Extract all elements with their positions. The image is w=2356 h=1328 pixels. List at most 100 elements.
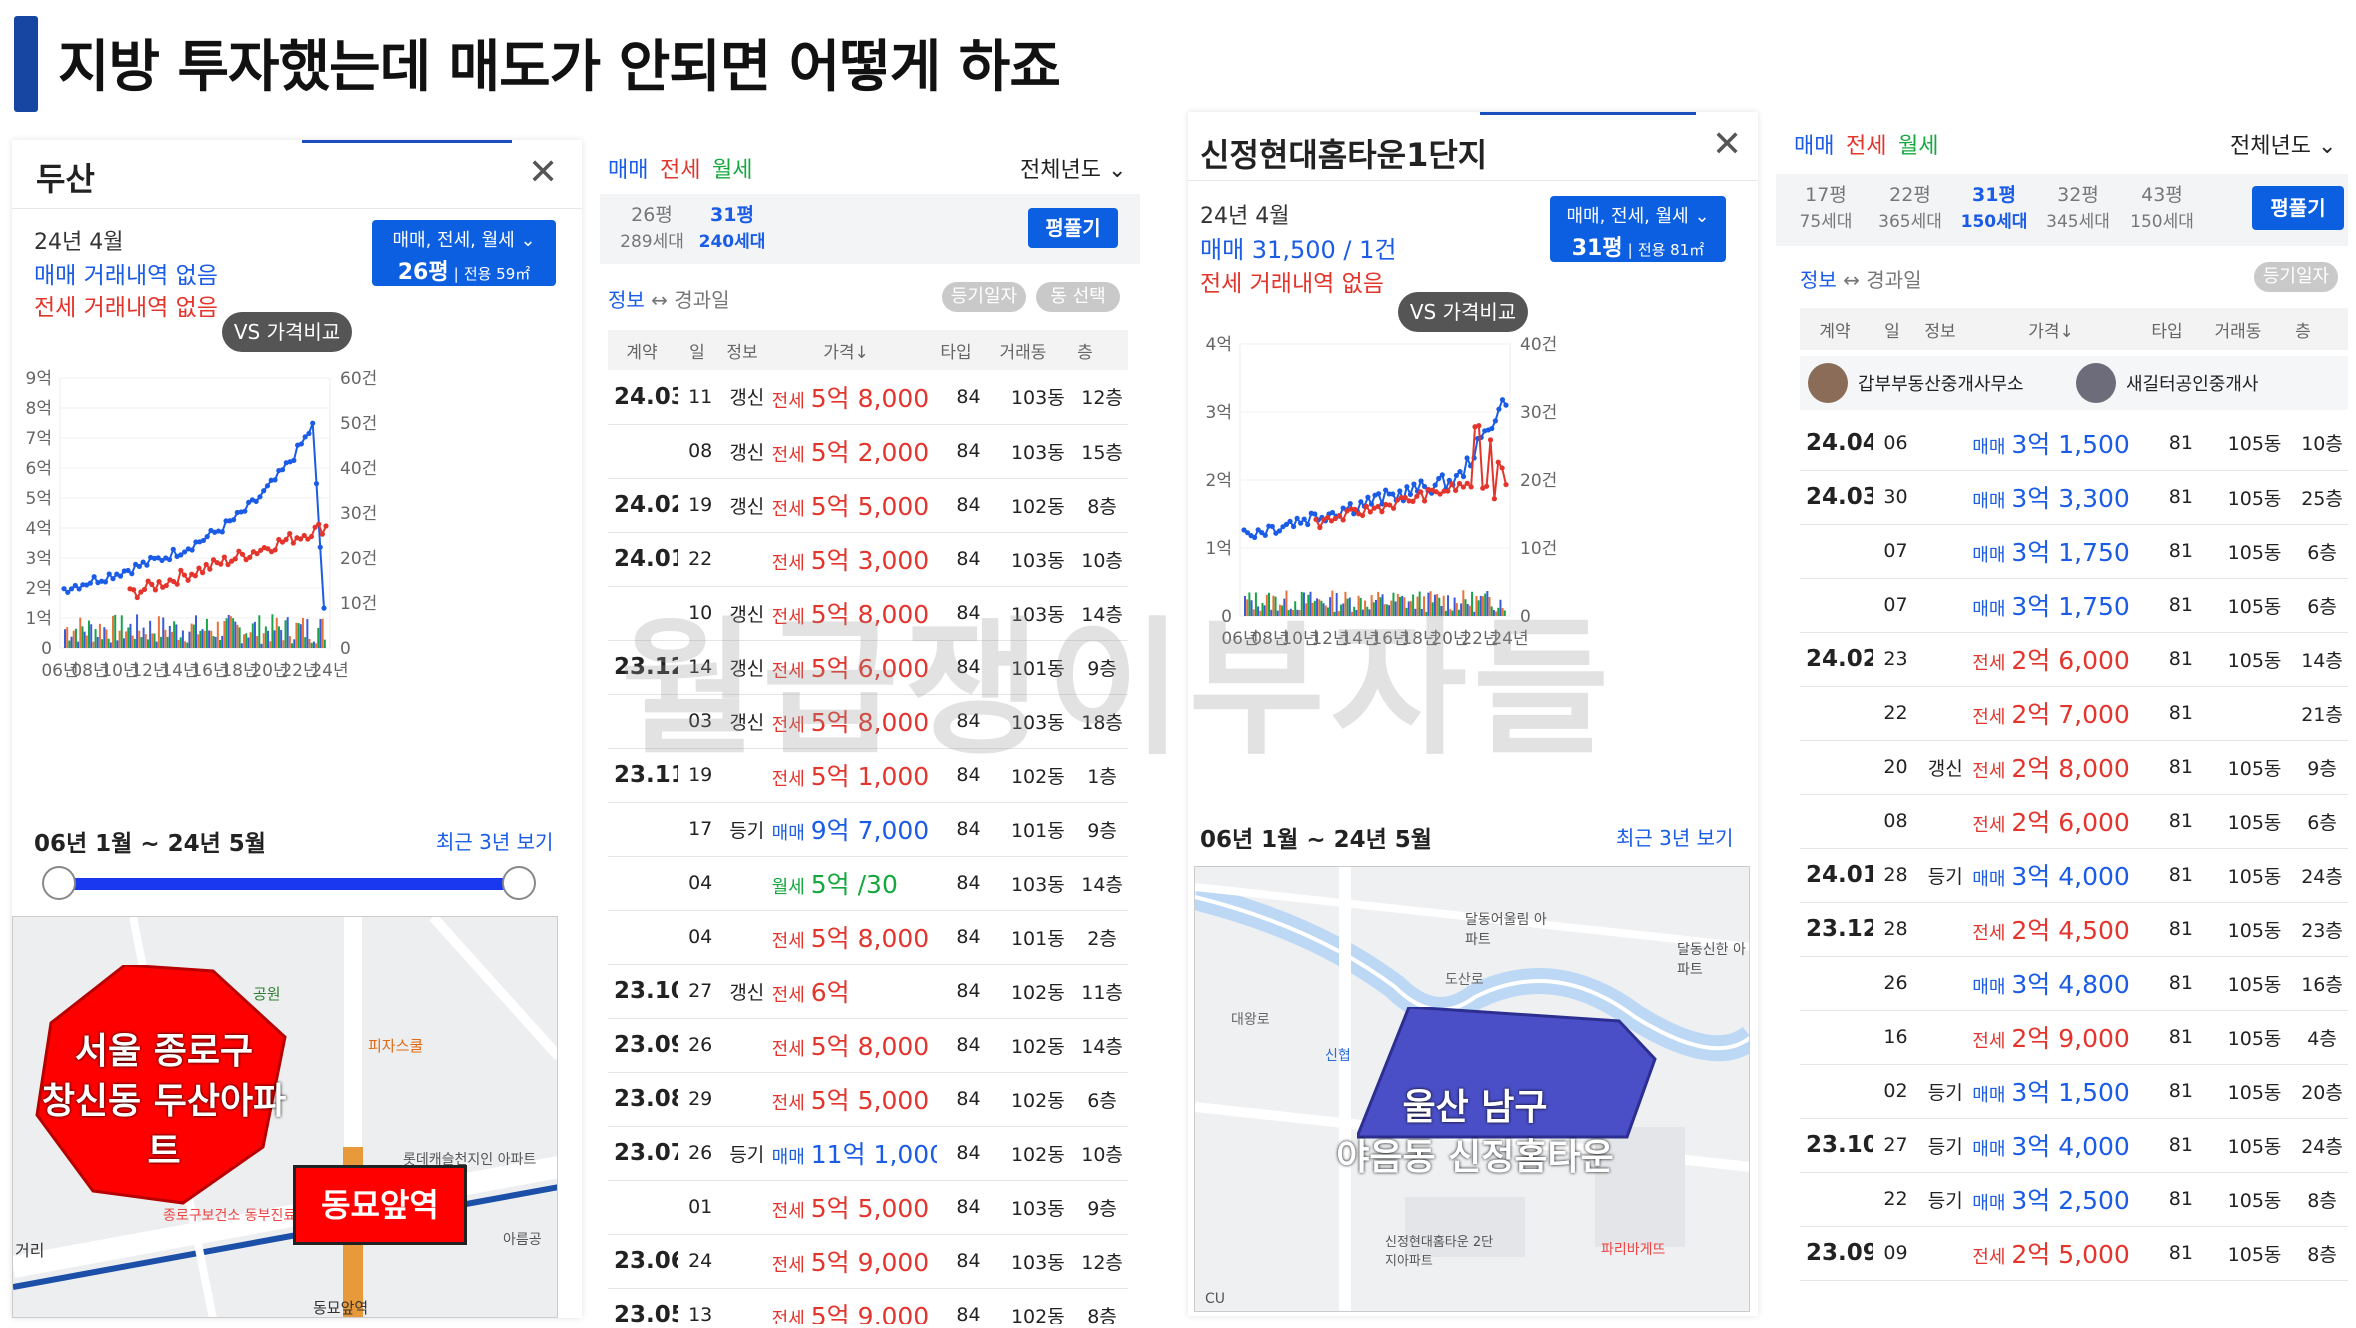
table-row[interactable]: 23.1027갱신전세6억84102동11층	[608, 964, 1128, 1019]
table-row[interactable]: 07 매매 3억 1,750 81 105동 6층	[1800, 578, 2348, 633]
jeonse-series-point	[323, 523, 329, 529]
table-row[interactable]: 22 전세 2억 7,000 81 21층	[1800, 686, 2348, 741]
size-option[interactable]: 17평 75세대	[1786, 180, 1866, 232]
location-map[interactable]: 공원 피자스쿨 롯데캐슬천지인 아파트 종로구보건소 동부진료소 아름공 동묘앞…	[12, 916, 558, 1318]
tab-sale[interactable]: 매매	[1794, 128, 1834, 160]
jeonse-series-point	[1313, 516, 1319, 523]
deal-type-button[interactable]: 매매, 전세, 월세 ⌄ 26평 | 전용 59㎡	[372, 220, 556, 286]
table-row[interactable]: 23.09 09 전세 2억 5,000 81 105동 8층	[1800, 1226, 2348, 1281]
close-icon[interactable]: ✕	[1712, 124, 1742, 165]
pyung-expand-button[interactable]: 평풀기	[2252, 186, 2344, 230]
table-row[interactable]: 24.02 23 전세 2억 6,000 81 105동 14층	[1800, 632, 2348, 687]
table-row[interactable]: 22 등기 매매 3억 2,500 81 105동 8층	[1800, 1172, 2348, 1227]
table-row[interactable]: 24.03 30 매매 3억 3,300 81 105동 25층	[1800, 470, 2348, 525]
table-row[interactable]: 02 등기 매매 3억 1,500 81 105동 20층	[1800, 1064, 2348, 1119]
volume-bar	[68, 640, 71, 648]
table-row[interactable]: 16 전세 2억 9,000 81 105동 4층	[1800, 1010, 2348, 1065]
size-option[interactable]: 32평 345세대	[2038, 180, 2118, 232]
sale-series-point	[306, 430, 312, 437]
cell-info	[721, 910, 772, 965]
sale-series-point	[189, 547, 195, 553]
volume-bar	[288, 636, 291, 648]
volume-bar	[286, 617, 289, 648]
table-row[interactable]: 17 등기 매매 9억 7,000 84 101동 9층	[608, 802, 1128, 857]
table-row[interactable]: 08 전세 2억 6,000 81 105동 6층	[1800, 794, 2348, 849]
table-row[interactable]: 08 갱신 전세 5억 2,000 84 103동 15층	[608, 424, 1128, 479]
table-row[interactable]: 23.0926 전세5억 8,00084102동14층	[608, 1018, 1128, 1073]
table-row[interactable]: 01 전세 5억 5,000 84 103동 9층	[608, 1180, 1128, 1235]
table-row[interactable]: 23.12 28 전세 2억 4,500 81 105동 23층	[1800, 902, 2348, 957]
table-row[interactable]: 23.0513 전세 5억 9,000 84102동8층	[608, 1288, 1128, 1324]
col-info[interactable]: 정보	[1914, 317, 1966, 342]
deal-area: 전용 59㎡	[463, 265, 531, 283]
table-row[interactable]: 04 전세 5억 8,000 84 101동 2층	[608, 910, 1128, 965]
registration-date-button[interactable]: 등기일자	[942, 282, 1026, 312]
info-toggle[interactable]: 정보 ↔ 경과일	[1800, 264, 1922, 293]
cell-info	[1918, 1010, 1973, 1065]
table-row[interactable]: 26 매매 3억 4,800 81 105동 16층	[1800, 956, 2348, 1011]
volume-bar	[151, 633, 154, 648]
tab-sale[interactable]: 매매	[608, 152, 648, 184]
volume-bar	[70, 636, 73, 648]
volume-bar	[122, 638, 125, 648]
size-option[interactable]: 26평 289세대	[612, 200, 692, 252]
close-icon[interactable]: ✕	[528, 152, 558, 193]
col-price[interactable]: 가격↓	[1966, 317, 2136, 342]
table-row[interactable]: 04 월세 5억 /30 84 103동 14층	[608, 856, 1128, 911]
location-map[interactable]: 달동어울림 아파트 달동신한 아파트 도산로 대왕로 신협 신정현대홈타운 2단…	[1194, 866, 1750, 1312]
range-slider-track[interactable]	[58, 878, 518, 890]
cell-dong: 105동	[2213, 632, 2297, 687]
agent-name[interactable]: 갑부부동산중개사무소	[1858, 370, 2068, 396]
deal-type: 전세	[771, 985, 805, 1006]
deal-type-button[interactable]: 매매, 전세, 월세 ⌄ 31평 | 전용 81㎡	[1550, 196, 1726, 262]
table-row[interactable]: 23.0624 전세5억 9,00084103동12층	[608, 1234, 1128, 1289]
cell-price: 전세 5억 8,000	[771, 1018, 938, 1073]
stats-date: 24년 4월	[1200, 204, 1290, 229]
table-row[interactable]: 24.04 06 매매 3억 1,500 81 105동 10층	[1800, 416, 2348, 471]
sale-series-point	[1489, 425, 1495, 432]
year-select[interactable]: 전체년도 ⌄	[2230, 128, 2336, 160]
table-row[interactable]: 24.0219갱신전세5억 5,00084102동8층	[608, 478, 1128, 533]
table-row[interactable]: 24.01 28 등기 매매 3억 4,000 81 105동 24층	[1800, 848, 2348, 903]
range-slider-handle-end[interactable]	[502, 866, 536, 900]
volume-bar	[170, 631, 173, 648]
volume-bar	[136, 614, 139, 648]
col-info[interactable]: 정보	[718, 338, 766, 363]
size-option[interactable]: 22평 365세대	[1870, 180, 1950, 232]
range-slider-handle-start[interactable]	[42, 866, 76, 900]
agent-name[interactable]: 새길터공인중개사	[2126, 370, 2258, 396]
table-row[interactable]: 23.10 27 등기 매매 3억 4,000 81 105동 24층	[1800, 1118, 2348, 1173]
year-select[interactable]: 전체년도 ⌄	[1020, 152, 1126, 184]
registration-date-button[interactable]: 등기일자	[2254, 262, 2338, 292]
complex-title: 두산	[36, 160, 95, 198]
cell-info: 등기	[721, 802, 772, 857]
size-option-selected[interactable]: 31평 150세대	[1954, 180, 2034, 232]
volume-bar	[116, 640, 119, 648]
size-option[interactable]: 43평 150세대	[2122, 180, 2202, 232]
size-option-selected[interactable]: 31평 240세대	[692, 200, 772, 252]
jeonse-series-point	[174, 581, 180, 587]
recent-3y-link[interactable]: 최근 3년 보기	[1616, 822, 1733, 851]
sale-series-point	[1269, 523, 1275, 530]
table-row[interactable]: 07 매매 3억 1,750 81 105동 6층	[1800, 524, 2348, 579]
cell-contract-month	[1800, 794, 1873, 849]
table-row[interactable]: 20 갱신 전세 2억 8,000 81 105동 9층	[1800, 740, 2348, 795]
cell-contract-month: 24.03	[608, 370, 679, 425]
tab-wolse[interactable]: 월세	[1898, 128, 1938, 160]
cell-info	[721, 1072, 772, 1127]
table-row[interactable]: 23.0726등기매매11억 1,00084102동10층	[608, 1126, 1128, 1181]
size-pyung: 26평	[631, 204, 673, 226]
tab-jeonse[interactable]: 전세	[1846, 128, 1886, 160]
agent-avatar	[1808, 363, 1848, 403]
col-price[interactable]: 가격↓	[766, 338, 926, 363]
table-row[interactable]: 23.0829 전세5억 5,00084102동6층	[608, 1072, 1128, 1127]
table-row[interactable]: 24.0311갱신전세5억 8,00084103동12층	[608, 370, 1128, 425]
info-toggle[interactable]: 정보 ↔ 경과일	[608, 284, 730, 313]
pyung-expand-button[interactable]: 평풀기	[1028, 208, 1118, 248]
tab-wolse[interactable]: 월세	[712, 152, 752, 184]
tab-jeonse[interactable]: 전세	[660, 152, 700, 184]
recent-3y-link[interactable]: 최근 3년 보기	[436, 826, 553, 855]
deal-type: 전세	[771, 1201, 805, 1222]
dong-select-button[interactable]: 동 선택	[1036, 282, 1120, 312]
range-label: 06년 1월 ~ 24년 5월	[1200, 827, 1432, 853]
